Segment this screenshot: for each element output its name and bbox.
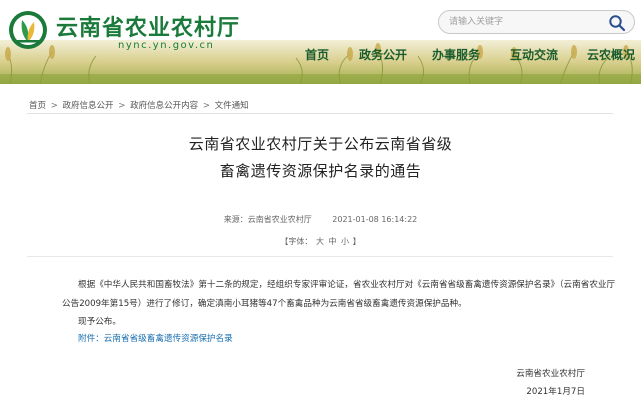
signature-date: 2021年1月7日 [526,387,585,397]
article-date: 2021-01-08 16:14:22 [332,215,418,224]
site-header: 云南省农业农村厅 nync.yn.gov.cn 首页 政务公开 办事服务 互动交… [0,0,641,84]
article-paragraph-2: 现予公布。 [78,317,121,327]
font-size-large[interactable]: 大 [316,237,324,246]
font-size-close: 】 [352,237,361,246]
breadcrumb-separator: > [202,101,210,111]
search-input[interactable] [449,14,599,30]
divider [27,256,613,257]
search-box [438,10,635,34]
breadcrumb-separator: > [50,101,58,111]
wheat-leaf-logo[interactable] [8,10,48,50]
article-paragraph-1: 根据《中华人民共和国畜牧法》第十二条的规定，经组织专家评审论证，省农业农村厅对《… [62,280,616,309]
attachment-link[interactable]: 云南省省级畜禽遗传资源保护名录 [104,334,233,344]
nav-interaction[interactable]: 互动交流 [510,46,558,63]
main-nav: 首页 政务公开 办事服务 互动交流 云农概况 [0,46,641,64]
nav-home[interactable]: 首页 [305,46,329,63]
font-size-small[interactable]: 小 [341,237,349,246]
nav-government-affairs[interactable]: 政务公开 [359,46,407,63]
site-title[interactable]: 云南省农业农村厅 [56,10,240,42]
article-title-line1: 云南省农业农村厅关于公布云南省省级 [188,135,453,153]
font-size-medium[interactable]: 中 [329,237,337,246]
article-title-line2: 畜禽遗传资源保护名录的通告 [219,162,422,180]
nav-services[interactable]: 办事服务 [432,46,480,63]
breadcrumb: 首页 > 政府信息公开 > 政府信息公开内容 > 文件通知 [29,99,249,111]
article-meta: 来源：云南省农业农村厅 2021-01-08 16:14:22 [0,214,641,225]
search-icon[interactable] [608,14,626,32]
font-size-switcher: 【字体： 大 中 小 】 [0,236,641,247]
nav-overview[interactable]: 云农概况 [587,46,635,63]
breadcrumb-separator: > [118,101,126,111]
article-source: 来源：云南省农业农村厅 [223,215,312,224]
breadcrumb-home[interactable]: 首页 [29,101,46,111]
breadcrumb-notices[interactable]: 文件通知 [215,101,249,111]
attachment-label: 附件： [78,334,104,344]
divider [27,113,613,114]
signature-org: 云南省农业农村厅 [516,369,585,379]
font-size-label: 【字体： [280,237,313,246]
breadcrumb-gov-info[interactable]: 政府信息公开 [63,101,114,111]
breadcrumb-gov-info-content[interactable]: 政府信息公开内容 [130,101,198,111]
attachment: 附件：云南省省级畜禽遗传资源保护名录 [78,332,233,344]
